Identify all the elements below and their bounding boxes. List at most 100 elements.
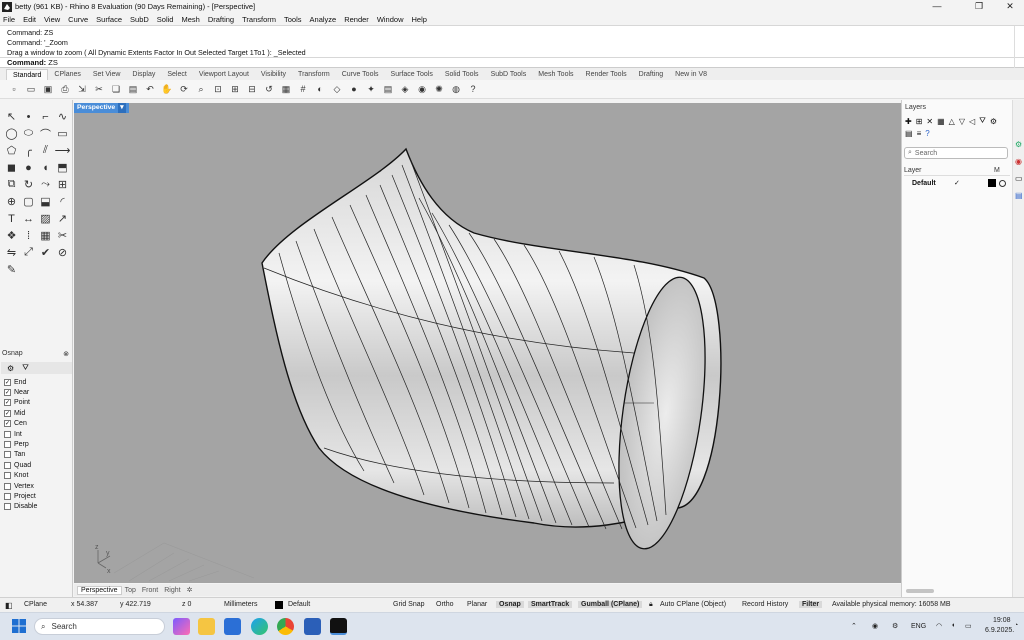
surface-loft-icon[interactable]: ⧉: [3, 176, 20, 193]
status-units[interactable]: Millimeters: [224, 601, 257, 608]
file-explorer-app-icon[interactable]: [198, 618, 215, 635]
command-line[interactable]: Command: ZS: [0, 57, 1024, 68]
command-history-scrollbar[interactable]: [1014, 26, 1024, 68]
osnap-item-knot[interactable]: Knot: [0, 471, 73, 481]
network-icon[interactable]: ⊞: [54, 176, 71, 193]
minimize-button[interactable]: —: [923, 0, 951, 13]
properties-tab-icon[interactable]: ⚙: [1015, 140, 1024, 149]
toolbar-tab-select[interactable]: Select: [161, 69, 192, 80]
sphere-icon[interactable]: ●: [20, 159, 37, 176]
add-viewport-tab-icon[interactable]: ✲: [184, 586, 196, 594]
osnap-settings-icon[interactable]: ⚙: [7, 364, 14, 373]
auto-cplane-toggle[interactable]: Auto CPlane (Object): [660, 601, 726, 608]
osnap-item-int[interactable]: Int: [0, 429, 73, 439]
osnap-item-project[interactable]: Project: [0, 491, 73, 501]
layer-name[interactable]: Default: [904, 180, 954, 187]
materials-tab-icon[interactable]: ◉: [1015, 157, 1024, 166]
object-properties-icon[interactable]: ◈: [399, 83, 411, 95]
rotate-view-icon[interactable]: ⟳: [178, 83, 190, 95]
save-icon[interactable]: ▣: [42, 83, 54, 95]
osnap-item-mid[interactable]: ✓ Mid: [0, 408, 73, 418]
tray-app-icon[interactable]: ◉: [872, 622, 878, 630]
paste-icon[interactable]: ▤: [127, 83, 139, 95]
taskbar-search-input[interactable]: ⌕ Search: [34, 618, 165, 635]
lights-icon[interactable]: ✦: [365, 83, 377, 95]
layers-tab-icon[interactable]: ▤: [1015, 191, 1024, 200]
clock-date[interactable]: 6.9.2025.: [985, 627, 1014, 634]
ortho-toggle[interactable]: Ortho: [436, 601, 454, 608]
ellipse-icon[interactable]: ⬭: [20, 125, 37, 142]
help-icon[interactable]: ?: [467, 83, 479, 95]
toolbar-tab-surface-tools[interactable]: Surface Tools: [385, 69, 439, 80]
environment-icon[interactable]: ◍: [450, 83, 462, 95]
mail-app-icon[interactable]: [224, 618, 241, 635]
copy-icon[interactable]: ❏: [110, 83, 122, 95]
smarttrack-toggle[interactable]: SmartTrack: [528, 601, 573, 608]
layer-search-input[interactable]: ⌕ Search: [904, 147, 1008, 159]
toolbar-tab-mesh-tools[interactable]: Mesh Tools: [532, 69, 579, 80]
zoom-extents-icon[interactable]: ⊞: [229, 83, 241, 95]
layer-material-icon[interactable]: [999, 179, 1006, 187]
osnap-checkbox[interactable]: ✓: [4, 399, 11, 407]
toolbar-tab-display[interactable]: Display: [126, 69, 161, 80]
menu-item-edit[interactable]: Edit: [23, 15, 36, 24]
menu-item-view[interactable]: View: [44, 15, 60, 24]
osnap-checkbox[interactable]: ✓: [4, 389, 11, 397]
word-app-icon[interactable]: [304, 618, 321, 635]
scale-icon[interactable]: ⤢: [20, 244, 37, 261]
windows-start-icon[interactable]: [12, 619, 26, 633]
osnap-item-quad[interactable]: Quad: [0, 460, 73, 470]
menu-item-solid[interactable]: Solid: [157, 15, 174, 24]
maximize-button[interactable]: ❐: [965, 0, 993, 13]
osnap-checkbox[interactable]: [4, 472, 11, 480]
materials-icon[interactable]: ◉: [416, 83, 428, 95]
pan-icon[interactable]: ✋: [161, 83, 173, 95]
osnap-item-end[interactable]: ✓ End: [0, 377, 73, 387]
open-icon[interactable]: ▭: [25, 83, 37, 95]
toolbar-tab-cplanes[interactable]: CPlanes: [48, 69, 86, 80]
print-icon[interactable]: ⎙: [59, 83, 71, 95]
close-button[interactable]: ✕: [996, 0, 1024, 13]
paint-icon[interactable]: ✎: [3, 261, 20, 278]
point-icon[interactable]: •: [20, 108, 37, 125]
current-layer-check-icon[interactable]: ✓: [954, 179, 988, 187]
four-viewports-icon[interactable]: ▦: [280, 83, 292, 95]
toolbar-tab-standard[interactable]: Standard: [6, 69, 49, 80]
undo-view-icon[interactable]: ↺: [263, 83, 275, 95]
wireframe-icon[interactable]: ◇: [331, 83, 343, 95]
osnap-item-cen[interactable]: ✓ Cen: [0, 419, 73, 429]
pipe-surface[interactable]: [261, 147, 722, 554]
hatch-icon[interactable]: ▨: [37, 210, 54, 227]
curve-icon[interactable]: ∿: [54, 108, 71, 125]
osnap-checkbox[interactable]: [4, 451, 11, 459]
wifi-icon[interactable]: ◠: [936, 622, 942, 630]
toolbar-tab-new-in-v8[interactable]: New in V8: [669, 69, 713, 80]
gumball-toggle[interactable]: Gumball (CPlane): [578, 601, 643, 608]
menu-item-help[interactable]: Help: [412, 15, 427, 24]
array-icon[interactable]: ⁞: [20, 227, 37, 244]
osnap-item-point[interactable]: ✓ Point: [0, 398, 73, 408]
sweep-icon[interactable]: ⤳: [37, 176, 54, 193]
new-sublayer-icon[interactable]: ⊞: [916, 117, 923, 126]
display-tab-icon[interactable]: ▭: [1015, 174, 1024, 183]
shell-icon[interactable]: ▢: [20, 193, 37, 210]
viewport-title-tab[interactable]: Perspective ▾: [74, 103, 129, 113]
menu-item-mesh[interactable]: Mesh: [181, 15, 199, 24]
toolbar-tab-render-tools[interactable]: Render Tools: [580, 69, 633, 80]
extrude-icon[interactable]: ⬒: [54, 159, 71, 176]
mesh-icon[interactable]: ▦: [37, 227, 54, 244]
osnap-checkbox[interactable]: [4, 482, 11, 490]
move-up-icon[interactable]: △: [949, 117, 955, 126]
box-icon[interactable]: ◼: [3, 159, 20, 176]
osnap-checkbox[interactable]: ✓: [4, 420, 11, 428]
osnap-checkbox[interactable]: [4, 503, 11, 511]
move-down-icon[interactable]: ▽: [959, 117, 965, 126]
osnap-item-perp[interactable]: Perp: [0, 439, 73, 449]
filter-toggle[interactable]: Filter: [799, 601, 823, 608]
volume-icon[interactable]: ◖: [951, 622, 955, 629]
help-icon[interactable]: ?: [925, 129, 929, 138]
menu-item-file[interactable]: File: [3, 15, 15, 24]
osnap-checkbox[interactable]: ✓: [4, 409, 11, 417]
menu-item-drafting[interactable]: Drafting: [208, 15, 234, 24]
menu-item-surface[interactable]: Surface: [96, 15, 122, 24]
